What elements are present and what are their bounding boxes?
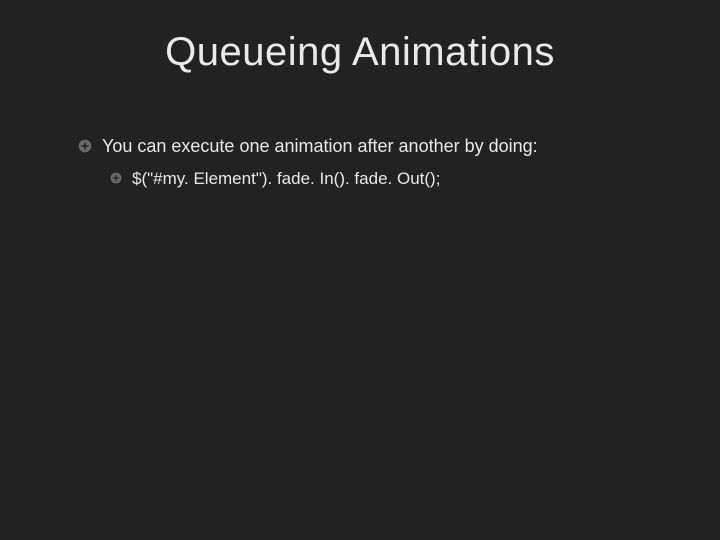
bullet-icon [78, 139, 92, 153]
bullet-text: You can execute one animation after anot… [102, 135, 538, 158]
sub-bullet-text: $("#my. Element"). fade. In(). fade. Out… [132, 168, 440, 190]
slide-title: Queueing Animations [0, 30, 720, 75]
slide-content: You can execute one animation after anot… [0, 135, 720, 190]
bullet-item: You can execute one animation after anot… [78, 135, 720, 158]
sub-bullet-item: $("#my. Element"). fade. In(). fade. Out… [78, 168, 720, 190]
bullet-icon [110, 172, 122, 184]
slide: Queueing Animations You can execute one … [0, 0, 720, 540]
